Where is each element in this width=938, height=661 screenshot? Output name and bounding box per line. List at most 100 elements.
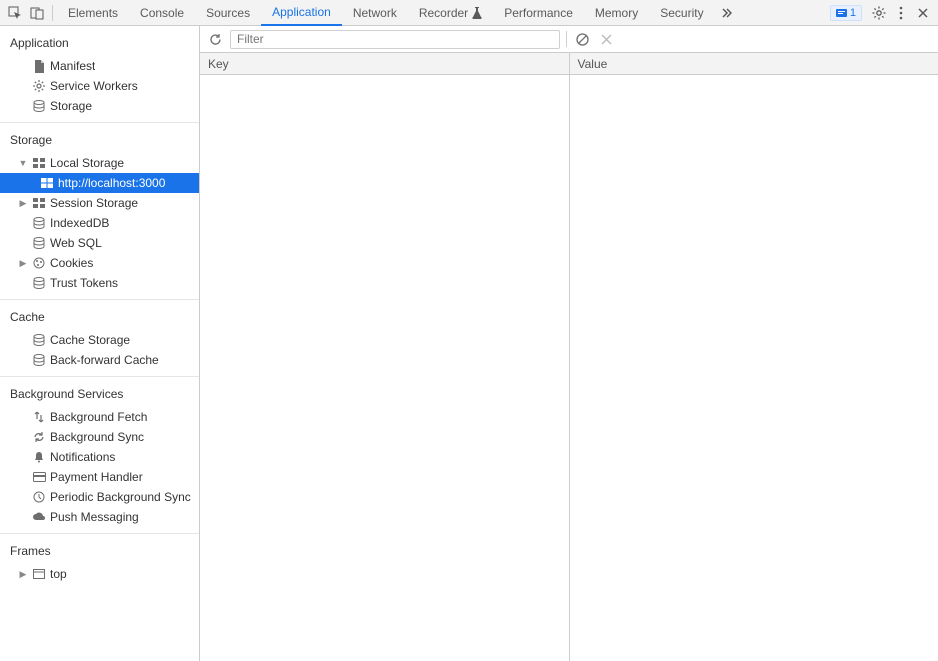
sidebar-item-local-storage-origin[interactable]: http://localhost:3000 xyxy=(0,173,199,193)
sidebar-item-label: top xyxy=(50,567,67,581)
sidebar-item-local-storage[interactable]: ▼ Local Storage xyxy=(0,153,199,173)
caret-right-icon[interactable]: ▶ xyxy=(18,258,28,269)
storage-main-pane: Key Value xyxy=(200,26,938,661)
tab-memory[interactable]: Memory xyxy=(584,0,649,26)
tab-console[interactable]: Console xyxy=(129,0,195,26)
caret-down-icon[interactable]: ▼ xyxy=(18,158,28,168)
sync-icon xyxy=(32,430,46,444)
table-icon xyxy=(32,196,46,210)
sidebar-item-notifications[interactable]: Notifications xyxy=(0,447,199,467)
database-icon xyxy=(32,236,46,250)
column-value[interactable]: Value xyxy=(570,53,938,74)
group-cache: Cache xyxy=(0,306,199,330)
sidebar-item-label: Background Sync xyxy=(50,430,144,444)
sidebar-item-label: Back-forward Cache xyxy=(50,353,159,367)
cloud-icon xyxy=(32,510,46,524)
sidebar-item-label: Notifications xyxy=(50,450,115,464)
refresh-icon[interactable] xyxy=(206,30,224,48)
sidebar-item-cookies[interactable]: ▶ Cookies xyxy=(0,253,199,273)
flask-icon xyxy=(472,7,482,19)
storage-table-header: Key Value xyxy=(200,53,938,75)
issues-icon xyxy=(836,7,847,18)
group-storage: Storage xyxy=(0,129,199,153)
cookie-icon xyxy=(32,256,46,270)
sidebar-item-label: Local Storage xyxy=(50,156,124,170)
sidebar-item-background-fetch[interactable]: Background Fetch xyxy=(0,407,199,427)
tab-recorder-label: Recorder xyxy=(419,6,468,20)
database-icon xyxy=(32,276,46,290)
window-icon xyxy=(32,567,46,581)
clock-icon xyxy=(32,490,46,504)
settings-icon[interactable] xyxy=(868,2,890,24)
table-icon xyxy=(32,156,46,170)
tab-performance[interactable]: Performance xyxy=(493,0,584,26)
database-icon xyxy=(32,216,46,230)
caret-right-icon[interactable]: ▶ xyxy=(18,569,28,580)
filter-input[interactable] xyxy=(230,30,560,49)
more-tabs-icon[interactable] xyxy=(715,2,737,24)
devtools-tabbar: Elements Console Sources Application Net… xyxy=(0,0,938,26)
tab-elements[interactable]: Elements xyxy=(57,0,129,26)
gear-icon xyxy=(32,79,46,93)
group-background-services: Background Services xyxy=(0,383,199,407)
group-frames: Frames xyxy=(0,540,199,564)
close-devtools-icon[interactable] xyxy=(912,2,934,24)
database-icon xyxy=(32,333,46,347)
column-key[interactable]: Key xyxy=(200,53,570,74)
kebab-menu-icon[interactable] xyxy=(890,2,912,24)
sidebar-item-label: Payment Handler xyxy=(50,470,143,484)
inspect-icon[interactable] xyxy=(4,2,26,24)
clear-all-icon[interactable] xyxy=(573,30,591,48)
sidebar-item-label: Trust Tokens xyxy=(50,276,118,290)
sidebar-item-trust-tokens[interactable]: Trust Tokens xyxy=(0,273,199,293)
tab-security[interactable]: Security xyxy=(649,0,714,26)
toolbar-separator xyxy=(566,31,567,47)
sidebar-item-manifest[interactable]: Manifest xyxy=(0,56,199,76)
storage-toolbar xyxy=(200,26,938,53)
sidebar-item-label: Push Messaging xyxy=(50,510,139,524)
sidebar-item-websql[interactable]: Web SQL xyxy=(0,233,199,253)
storage-table-body[interactable] xyxy=(200,75,938,661)
database-icon xyxy=(32,99,46,113)
issues-count: 1 xyxy=(850,7,856,19)
tab-application[interactable]: Application xyxy=(261,0,342,26)
sidebar-item-service-workers[interactable]: Service Workers xyxy=(0,76,199,96)
sidebar-item-background-sync[interactable]: Background Sync xyxy=(0,427,199,447)
transfer-icon xyxy=(32,410,46,424)
sidebar-item-frame-top[interactable]: ▶ top xyxy=(0,564,199,584)
sidebar-item-label: Storage xyxy=(50,99,92,113)
tabbar-separator xyxy=(52,5,53,21)
device-toggle-icon[interactable] xyxy=(26,2,48,24)
sidebar-item-session-storage[interactable]: ▶ Session Storage xyxy=(0,193,199,213)
document-icon xyxy=(32,59,46,73)
sidebar-item-storage-overview[interactable]: Storage xyxy=(0,96,199,116)
caret-right-icon[interactable]: ▶ xyxy=(18,198,28,209)
credit-card-icon xyxy=(32,470,46,484)
sidebar-item-label: Cookies xyxy=(50,256,93,270)
sidebar-item-label: Session Storage xyxy=(50,196,138,210)
bell-icon xyxy=(32,450,46,464)
sidebar-item-label: Manifest xyxy=(50,59,95,73)
sidebar-item-label: Web SQL xyxy=(50,236,102,250)
issues-badge[interactable]: 1 xyxy=(830,5,862,21)
sidebar-item-periodic-sync[interactable]: Periodic Background Sync xyxy=(0,487,199,507)
sidebar-item-label: Background Fetch xyxy=(50,410,147,424)
table-icon xyxy=(40,176,54,190)
sidebar-item-push-messaging[interactable]: Push Messaging xyxy=(0,507,199,527)
tab-sources[interactable]: Sources xyxy=(195,0,261,26)
group-application: Application xyxy=(0,32,199,56)
delete-selected-icon[interactable] xyxy=(597,30,615,48)
database-icon xyxy=(32,353,46,367)
sidebar-item-label: Cache Storage xyxy=(50,333,130,347)
sidebar-item-back-forward-cache[interactable]: Back-forward Cache xyxy=(0,350,199,370)
sidebar-item-indexeddb[interactable]: IndexedDB xyxy=(0,213,199,233)
application-sidebar: Application Manifest Service Workers Sto… xyxy=(0,26,200,661)
sidebar-item-label: Service Workers xyxy=(50,79,138,93)
tab-recorder[interactable]: Recorder xyxy=(408,0,493,26)
sidebar-item-payment-handler[interactable]: Payment Handler xyxy=(0,467,199,487)
sidebar-item-label: IndexedDB xyxy=(50,216,109,230)
tab-network[interactable]: Network xyxy=(342,0,408,26)
sidebar-item-label: Periodic Background Sync xyxy=(50,490,191,504)
sidebar-item-cache-storage[interactable]: Cache Storage xyxy=(0,330,199,350)
sidebar-item-label: http://localhost:3000 xyxy=(58,176,165,190)
